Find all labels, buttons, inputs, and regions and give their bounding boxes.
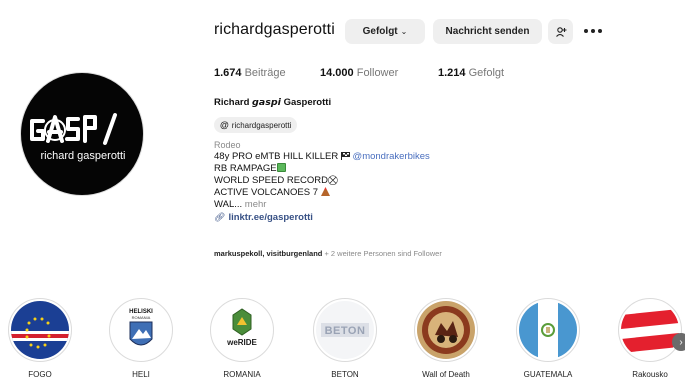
threads-icon: @	[220, 120, 229, 130]
volcano-icon	[320, 187, 330, 196]
threads-handle: richardgasperotti	[231, 120, 292, 130]
followers-label: Follower	[356, 67, 399, 79]
following-button-label: Gefolgt	[362, 26, 398, 37]
more-dot	[591, 29, 595, 33]
following-count[interactable]: 1.214 Gefolgt	[438, 67, 504, 79]
bio-line-1-text: 48y PRO eMTB HILL KILLER	[214, 151, 339, 162]
guatemala-flag-icon	[519, 301, 577, 359]
profile-link[interactable]: 🔗︎ linktr.ee/gasperotti	[214, 212, 313, 223]
highlight-guatemala[interactable]: GUATEMALA	[516, 298, 580, 379]
following-value: 1.214	[438, 67, 466, 79]
highlight-beton[interactable]: BETON BETON	[313, 298, 377, 379]
more-options-button[interactable]	[584, 25, 606, 37]
highlight-wall-of-death[interactable]: Wall of Death	[414, 298, 478, 379]
highlight-fogo[interactable]: FOGO	[8, 298, 72, 379]
wall-of-death-poster-icon	[417, 301, 475, 359]
suggest-accounts-button[interactable]	[548, 19, 573, 44]
highlight-romania[interactable]: weRIDE ROMANIA	[210, 298, 274, 379]
bio-line-5-text: WAL...	[214, 199, 243, 210]
mention-link[interactable]: @mondrakerbikes	[353, 151, 430, 162]
posts-value: 1.674	[214, 67, 242, 79]
weride-text: weRIDE	[226, 338, 257, 347]
followers-count[interactable]: 14.000 Follower	[320, 67, 398, 79]
profile-avatar[interactable]: richard gasperotti	[20, 72, 144, 196]
add-person-icon	[555, 26, 566, 37]
posts-label: Beiträge	[244, 67, 286, 79]
checkered-flag-icon	[340, 152, 350, 160]
highlight-label: BETON	[331, 370, 359, 379]
highlight-heli[interactable]: HELISKI ROMANIA HELI	[109, 298, 173, 379]
highlight-ring	[414, 298, 478, 362]
heliski-subtitle: ROMANIA	[132, 315, 151, 320]
bio-more-link[interactable]: mehr	[245, 199, 267, 210]
bio-line-3: WORLD SPEED RECORD⛒	[214, 175, 338, 186]
highlight-ring: weRIDE	[210, 298, 274, 362]
profile-link-text: linktr.ee/gasperotti	[228, 212, 313, 223]
heliski-badge-icon: HELISKI ROMANIA	[112, 301, 170, 359]
link-icon: 🔗︎	[214, 212, 226, 222]
following-button[interactable]: Gefolgt ⌄	[345, 19, 425, 44]
send-message-button[interactable]: Nachricht senden	[433, 19, 542, 44]
username: richardgasperotti	[214, 21, 335, 38]
bio-line-4: ACTIVE VOLCANOES 7	[214, 187, 330, 198]
weride-badge-icon: weRIDE	[213, 301, 271, 359]
chevron-right-icon[interactable]: ›	[672, 333, 685, 351]
bio-line-5: WAL... mehr	[214, 199, 266, 210]
more-dot	[598, 29, 602, 33]
highlight-label: HELI	[132, 370, 150, 379]
more-dot	[584, 29, 588, 33]
posts-count: 1.674 Beiträge	[214, 67, 286, 79]
followers-value: 14.000	[320, 67, 354, 79]
followed-by-names: markuspekoll, visitburgenland	[214, 249, 323, 258]
avatar-caption: richard gasperotti	[41, 150, 126, 162]
highlight-ring	[516, 298, 580, 362]
followed-by[interactable]: markuspekoll, visitburgenland + 2 weiter…	[214, 249, 442, 258]
bio-line-1: 48y PRO eMTB HILL KILLER @mondrakerbikes	[214, 151, 430, 162]
cape-verde-flag-icon	[11, 301, 69, 359]
beton-logo-icon: BETON	[316, 301, 374, 359]
chevron-down-icon: ⌄	[400, 27, 408, 36]
followed-by-rest: + 2 weitere Personen sind Follower	[324, 249, 442, 258]
following-label: Gefolgt	[468, 67, 505, 79]
bio-line-4-text: ACTIVE VOLCANOES 7	[214, 187, 319, 198]
highlight-ring: HELISKI ROMANIA	[109, 298, 173, 362]
highlight-ring: BETON	[313, 298, 377, 362]
highlight-ring	[8, 298, 72, 362]
beton-text: BETON	[325, 325, 366, 337]
highlight-label: Rakousko	[632, 370, 668, 379]
highlight-rakousko[interactable]: Rakousko	[618, 298, 682, 379]
gaspi-logo-icon: richard gasperotti	[30, 113, 126, 162]
highlight-label: ROMANIA	[223, 370, 261, 379]
bio-line-2: RB RAMPAGE	[214, 163, 286, 174]
profile-category: Rodeo	[214, 140, 241, 150]
highlight-label: Wall of Death	[422, 370, 470, 379]
highlight-label: GUATEMALA	[523, 370, 573, 379]
bio-line-2-text: RB RAMPAGE	[214, 163, 277, 174]
highlight-label: FOGO	[28, 370, 52, 379]
highlight-ring	[618, 298, 682, 362]
green-square-icon	[276, 163, 286, 172]
full-name: Richard 𝙜𝙖𝙨𝙥𝙞 Gasperotti	[214, 97, 332, 108]
threads-badge[interactable]: @ richardgasperotti	[214, 117, 298, 133]
austria-flag-icon	[621, 301, 679, 359]
